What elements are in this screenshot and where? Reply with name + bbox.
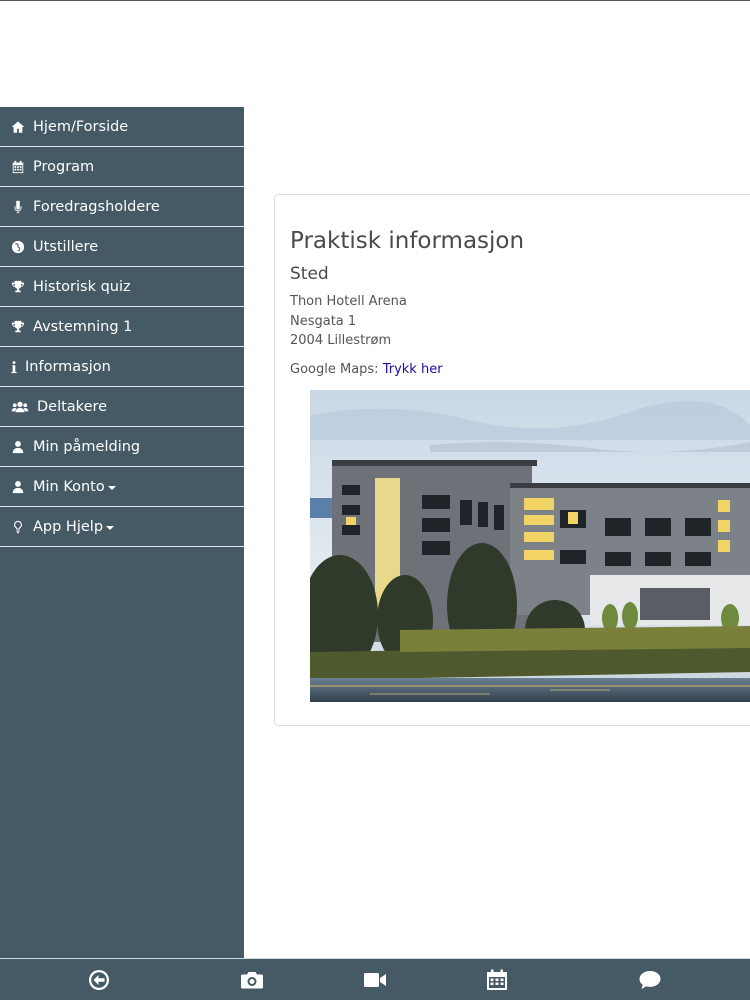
info-icon <box>10 359 18 375</box>
sidebar-nav: Hjem/Forside Program Foredragsholdere Ut… <box>0 107 244 959</box>
sidebar-item-label: Historisk quiz <box>33 278 131 295</box>
maps-label: Google Maps: <box>290 362 379 377</box>
sidebar-item-label: Min Konto <box>33 478 105 495</box>
calendar-icon[interactable] <box>484 967 510 993</box>
sidebar-item-my-account[interactable]: Min Konto <box>0 467 244 507</box>
sidebar-item-label: Deltakere <box>37 398 108 415</box>
sidebar-item-speakers[interactable]: Foredragsholdere <box>0 187 244 227</box>
sidebar-item-label: Avstemning 1 <box>33 318 133 335</box>
user-icon <box>10 479 26 495</box>
sidebar-item-label: App Hjelp <box>33 518 104 535</box>
user-icon <box>10 439 26 455</box>
address-line: Thon Hotell Arena <box>290 294 407 309</box>
chat-icon[interactable] <box>637 967 663 993</box>
sidebar-item-label: Hjem/Forside <box>33 118 129 135</box>
sidebar-item-information[interactable]: Informasjon <box>0 347 244 387</box>
caret-down-icon <box>107 485 116 490</box>
sidebar-item-program[interactable]: Program <box>0 147 244 187</box>
address-line: Nesgata 1 <box>290 314 357 329</box>
section-subtitle: Sted <box>290 264 329 284</box>
back-arrow-icon[interactable] <box>86 967 112 993</box>
sidebar-item-exhibitors[interactable]: Utstillere <box>0 227 244 267</box>
sidebar-item-my-registration[interactable]: Min påmelding <box>0 427 244 467</box>
globe-icon <box>10 239 26 255</box>
video-icon[interactable] <box>362 967 388 993</box>
sidebar-item-history-quiz[interactable]: Historisk quiz <box>0 267 244 307</box>
home-icon <box>10 119 26 135</box>
camera-icon[interactable] <box>239 967 265 993</box>
address-line: 2004 Lillestrøm <box>290 333 392 348</box>
lightbulb-icon <box>10 519 26 535</box>
sidebar-item-label: Informasjon <box>25 358 111 375</box>
sidebar-item-label: Min påmelding <box>33 438 141 455</box>
sidebar-item-app-help[interactable]: App Hjelp <box>0 507 244 547</box>
trophy-icon <box>10 319 26 335</box>
top-border <box>0 0 750 1</box>
sidebar-item-label: Program <box>33 158 95 175</box>
sidebar-item-label: Utstillere <box>33 238 99 255</box>
google-maps-line: Google Maps: Trykk her <box>290 362 443 377</box>
sidebar-item-vote[interactable]: Avstemning 1 <box>0 307 244 347</box>
microphone-icon <box>10 199 26 215</box>
sidebar-item-label: Foredragsholdere <box>33 198 160 215</box>
trophy-icon <box>10 279 26 295</box>
sidebar-item-participants[interactable]: Deltakere <box>0 387 244 427</box>
app-page: Hjem/Forside Program Foredragsholdere Ut… <box>0 0 750 1000</box>
hotel-photo <box>310 390 750 702</box>
page-title: Praktisk informasjon <box>290 228 525 254</box>
users-icon <box>10 399 30 415</box>
maps-link[interactable]: Trykk her <box>383 362 443 377</box>
caret-down-icon <box>106 525 115 530</box>
bottom-toolbar <box>0 958 750 1000</box>
calendar-icon <box>10 159 26 175</box>
sidebar-item-home[interactable]: Hjem/Forside <box>0 107 244 147</box>
